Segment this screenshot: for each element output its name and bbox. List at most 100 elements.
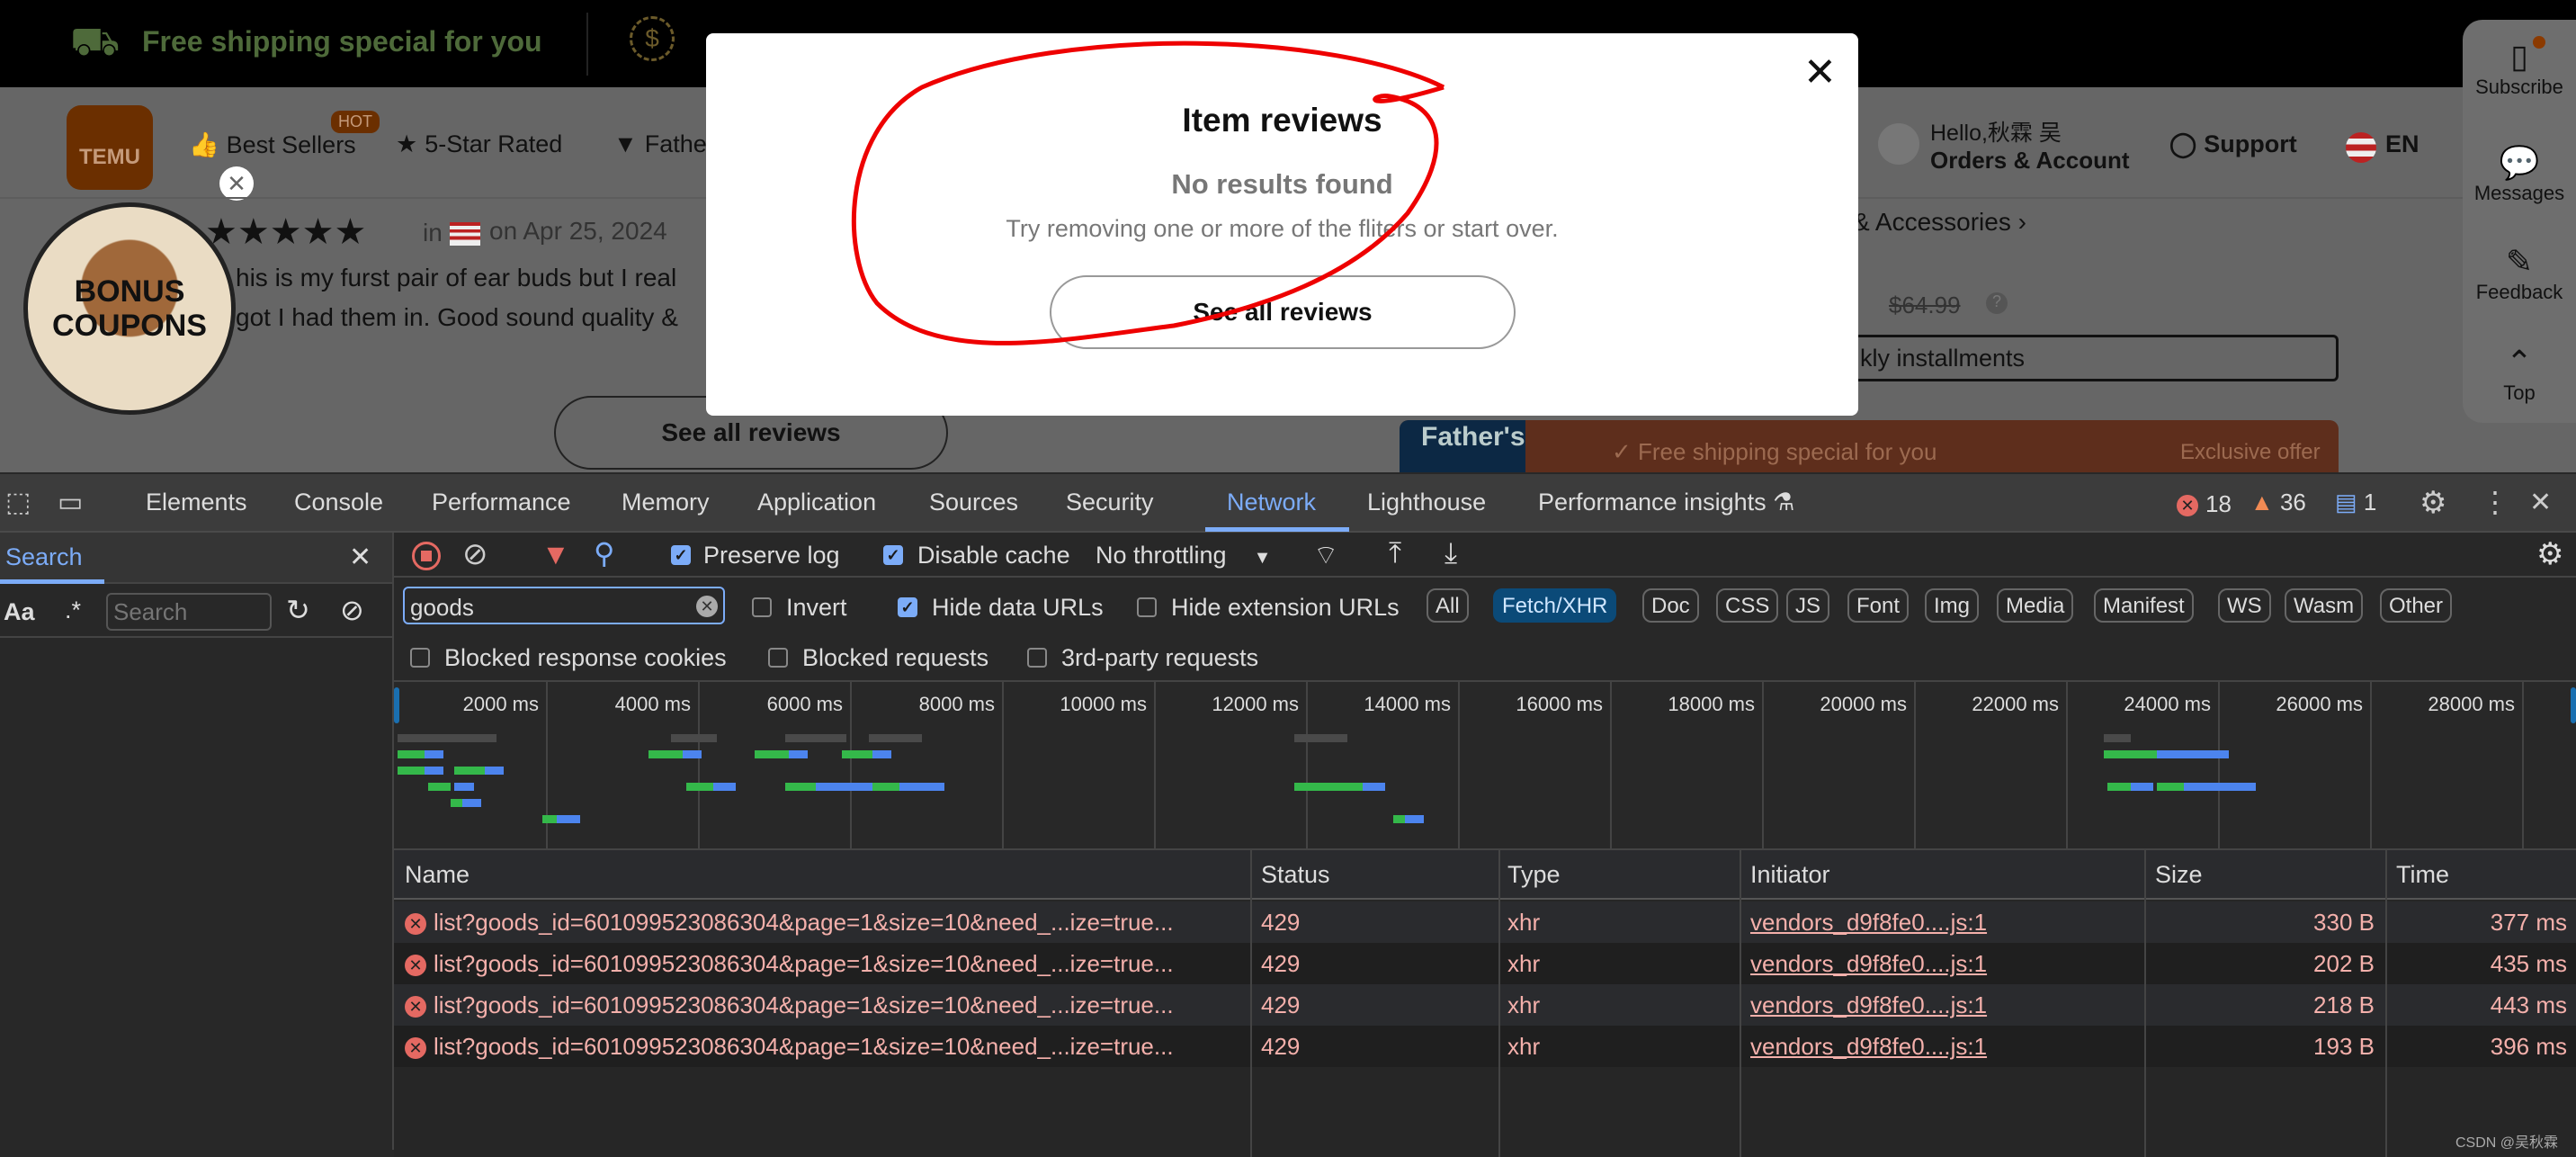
request-initiator-link[interactable]: vendors_d9f8fe0....js:1 bbox=[1750, 991, 1987, 1019]
column-header-status[interactable]: Status bbox=[1261, 861, 1330, 889]
breadcrumb-accessories[interactable]: & Accessories › bbox=[1853, 208, 2026, 237]
request-initiator-link[interactable]: vendors_d9f8fe0....js:1 bbox=[1750, 950, 1987, 978]
timeline-tick-label: 16000 ms bbox=[1516, 693, 1603, 715]
regex-toggle[interactable]: .* bbox=[65, 596, 81, 624]
request-name[interactable]: ✕ list?goods_id=601099523086304&page=1&si… bbox=[405, 1033, 1174, 1061]
download-har-icon[interactable]: ⤓ bbox=[1445, 536, 1457, 570]
type-filter-other[interactable]: Other bbox=[2380, 588, 2453, 623]
type-filter-media[interactable]: Media bbox=[1997, 588, 2074, 623]
tab-performance-insights[interactable]: Performance insights ⚗ bbox=[1538, 489, 1794, 516]
filter-icon[interactable]: ▼ bbox=[541, 538, 570, 571]
timeline-range-handle-left[interactable] bbox=[394, 687, 399, 723]
temu-logo[interactable]: TEMU bbox=[67, 105, 153, 190]
column-header-size[interactable]: Size bbox=[2155, 861, 2203, 889]
more-options-icon[interactable]: ⋮ bbox=[2481, 485, 2509, 519]
device-toolbar-icon[interactable]: ▭ bbox=[58, 487, 83, 518]
tab-network[interactable]: Network bbox=[1227, 489, 1316, 516]
clear-filter-icon[interactable]: ✕ bbox=[696, 596, 718, 617]
tab-elements[interactable]: Elements bbox=[146, 489, 247, 516]
request-initiator-link[interactable]: vendors_d9f8fe0....js:1 bbox=[1750, 909, 1987, 937]
type-filter-wasm[interactable]: Wasm bbox=[2285, 588, 2364, 623]
installments-option[interactable]: kly installments bbox=[1858, 335, 2339, 381]
hide-data-urls-checkbox[interactable]: ✓ bbox=[898, 597, 917, 617]
search-icon[interactable]: ⚲ bbox=[594, 536, 614, 570]
bonus-coupons-widget[interactable]: BONUS COUPONS bbox=[23, 202, 236, 415]
column-header-initiator[interactable]: Initiator bbox=[1750, 861, 1830, 889]
table-row[interactable]: ✕ list?goods_id=601099523086304&page=1&si… bbox=[394, 984, 2576, 1026]
type-filter-ws[interactable]: WS bbox=[2218, 588, 2271, 623]
inspect-element-icon[interactable]: ⬚ bbox=[5, 487, 31, 518]
nav-five-star[interactable]: ★ 5-Star Rated bbox=[396, 130, 562, 158]
nav-fathers-day[interactable]: ▼ Fathe bbox=[613, 130, 707, 158]
third-party-checkbox[interactable] bbox=[1027, 648, 1047, 668]
tab-memory[interactable]: Memory bbox=[622, 489, 710, 516]
table-row[interactable]: ✕ list?goods_id=601099523086304&page=1&si… bbox=[394, 1026, 2576, 1067]
hide-extension-urls-checkbox[interactable] bbox=[1137, 597, 1157, 617]
type-filter-js[interactable]: JS bbox=[1786, 588, 1830, 623]
nav-best-sellers[interactable]: 👍 Best Sellers bbox=[189, 130, 356, 159]
request-time: 443 ms bbox=[2490, 991, 2567, 1018]
settings-gear-icon[interactable]: ⚙ bbox=[2419, 485, 2446, 521]
type-filter-fetch-xhr[interactable]: Fetch/XHR bbox=[1493, 588, 1617, 623]
disable-cache-checkbox[interactable]: ✓ bbox=[883, 545, 903, 565]
close-search-icon[interactable]: ✕ bbox=[349, 542, 371, 573]
help-icon[interactable]: ? bbox=[1986, 292, 2008, 314]
request-initiator-link[interactable]: vendors_d9f8fe0....js:1 bbox=[1750, 1033, 1987, 1061]
network-conditions-icon[interactable]: ⌔ bbox=[1313, 538, 1338, 572]
preserve-log-checkbox[interactable]: ✓ bbox=[671, 545, 691, 565]
request-name[interactable]: ✕ list?goods_id=601099523086304&page=1&si… bbox=[405, 909, 1174, 937]
blocked-cookies-checkbox[interactable] bbox=[410, 648, 430, 668]
tab-application[interactable]: Application bbox=[757, 489, 876, 516]
column-header-time[interactable]: Time bbox=[2396, 861, 2449, 889]
type-filter-doc[interactable]: Doc bbox=[1642, 588, 1699, 623]
type-filter-font[interactable]: Font bbox=[1847, 588, 1910, 623]
request-name[interactable]: ✕ list?goods_id=601099523086304&page=1&si… bbox=[405, 991, 1174, 1019]
avatar[interactable] bbox=[1878, 123, 1919, 165]
tab-console[interactable]: Console bbox=[294, 489, 383, 516]
tab-lighthouse[interactable]: Lighthouse bbox=[1367, 489, 1486, 516]
throttling-select[interactable]: No throttling ▼ bbox=[1096, 542, 1271, 570]
search-input[interactable] bbox=[106, 593, 272, 631]
message-count[interactable]: ▤ 1 bbox=[2335, 489, 2376, 516]
tab-performance[interactable]: Performance bbox=[432, 489, 571, 516]
rail-feedback[interactable]: ✎ Feedback bbox=[2463, 243, 2576, 304]
record-stop-icon[interactable] bbox=[412, 542, 441, 570]
match-case-toggle[interactable]: Aa bbox=[4, 598, 35, 626]
refresh-icon[interactable]: ↻ bbox=[286, 593, 310, 627]
clear-log-icon[interactable]: ⊘ bbox=[462, 536, 488, 572]
timeline-request-bar bbox=[712, 783, 737, 791]
timeline-range-handle-right[interactable] bbox=[2571, 687, 2576, 723]
tab-security[interactable]: Security bbox=[1066, 489, 1154, 516]
rail-messages[interactable]: 💬 Messages bbox=[2463, 144, 2576, 205]
fathers-day-banner[interactable]: Father's ✓ Free shipping special for you… bbox=[1400, 420, 2339, 472]
rail-top[interactable]: ⌃ Top bbox=[2463, 344, 2576, 405]
network-settings-icon[interactable]: ⚙ bbox=[2536, 536, 2563, 572]
upload-har-icon[interactable]: ⤒ bbox=[1389, 536, 1401, 570]
blocked-requests-checkbox[interactable] bbox=[768, 648, 788, 668]
account-menu[interactable]: Hello,秋霖 吴 Orders & Account bbox=[1930, 120, 2130, 174]
network-overview-timeline[interactable]: 2000 ms 4000 ms 6000 ms 8000 ms 10000 ms 1200… bbox=[394, 682, 2576, 850]
warning-count[interactable]: ▲ 36 bbox=[2250, 489, 2306, 516]
support-link[interactable]: ◯ Support bbox=[2169, 130, 2297, 158]
close-devtools-icon[interactable]: ✕ bbox=[2529, 487, 2552, 518]
timeline-request-bar bbox=[485, 767, 505, 775]
table-row[interactable]: ✕ list?goods_id=601099523086304&page=1&si… bbox=[394, 901, 2576, 943]
rail-subscribe[interactable]: ▯ Subscribe bbox=[2463, 38, 2576, 99]
type-filter-css[interactable]: CSS bbox=[1716, 588, 1779, 623]
column-header-type[interactable]: Type bbox=[1507, 861, 1561, 889]
type-filter-all[interactable]: All bbox=[1427, 588, 1469, 623]
column-header-name[interactable]: Name bbox=[405, 861, 470, 889]
filter-input[interactable]: goods ✕ bbox=[403, 587, 725, 624]
red-annotation-circle bbox=[851, 40, 1445, 345]
type-filter-img[interactable]: Img bbox=[1925, 588, 1980, 623]
tab-sources[interactable]: Sources bbox=[929, 489, 1018, 516]
search-panel-title[interactable]: Search bbox=[5, 543, 83, 571]
close-bonus-icon[interactable]: ✕ bbox=[219, 166, 254, 201]
type-filter-manifest[interactable]: Manifest bbox=[2094, 588, 2194, 623]
error-count[interactable]: ✕ 18 bbox=[2177, 490, 2232, 518]
request-name[interactable]: ✕ list?goods_id=601099523086304&page=1&si… bbox=[405, 950, 1174, 978]
table-row[interactable]: ✕ list?goods_id=601099523086304&page=1&si… bbox=[394, 943, 2576, 984]
invert-checkbox[interactable] bbox=[752, 597, 772, 617]
language-selector[interactable]: EN bbox=[2346, 130, 2419, 163]
clear-icon[interactable]: ⊘ bbox=[340, 593, 364, 627]
